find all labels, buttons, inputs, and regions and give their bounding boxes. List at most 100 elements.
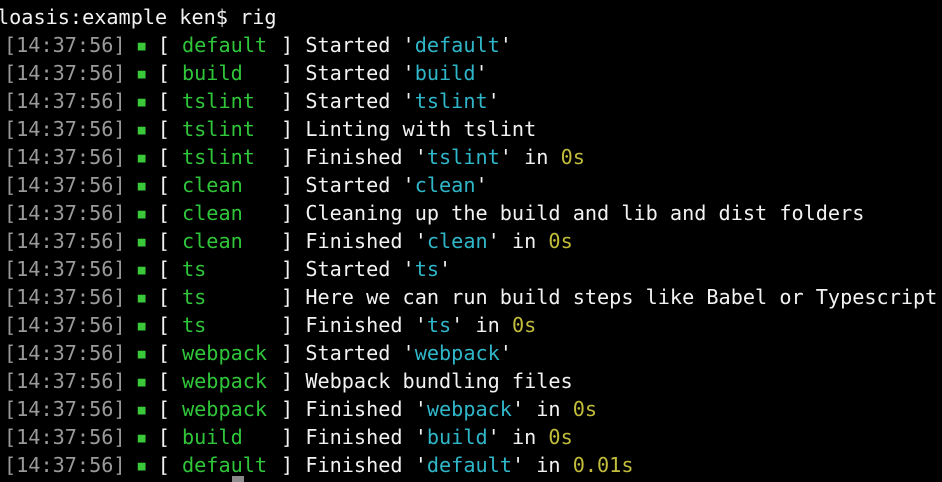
quoted-task-name: webpack bbox=[414, 341, 500, 365]
bullet-icon: ■ bbox=[137, 179, 146, 194]
log-timestamp: [14:37:56] bbox=[4, 145, 126, 169]
bullet-icon: ■ bbox=[137, 263, 146, 278]
log-line: [14:37:56] ■ [ ts] Here we can run build… bbox=[4, 283, 937, 311]
log-timestamp: [14:37:56] bbox=[4, 341, 126, 365]
bracket-open: [ bbox=[157, 313, 170, 337]
bracket-close: ] bbox=[281, 173, 294, 197]
log-message: Webpack bundling files bbox=[305, 369, 573, 393]
log-message: Finished ' bbox=[305, 397, 427, 421]
duration-value: 0s bbox=[560, 145, 585, 169]
duration-prefix: in bbox=[499, 425, 549, 449]
log-message-suffix: ' bbox=[487, 89, 500, 113]
log-line: [14:37:56] ■ [ ts] Started 'ts' bbox=[4, 255, 451, 283]
bracket-open: [ bbox=[157, 229, 170, 253]
log-message: Cleaning up the build and lib and dist f… bbox=[305, 201, 865, 225]
log-line: [14:37:56] ■ [ tslint] Started 'tslint' bbox=[4, 87, 500, 115]
bracket-open: [ bbox=[157, 453, 170, 477]
log-message-suffix: ' bbox=[451, 313, 464, 337]
bracket-open: [ bbox=[157, 173, 170, 197]
terminal-cursor bbox=[232, 476, 244, 482]
bracket-close: ] bbox=[281, 313, 294, 337]
bracket-close: ] bbox=[281, 425, 294, 449]
bracket-close: ] bbox=[281, 341, 294, 365]
duration-value: 0s bbox=[548, 229, 573, 253]
bracket-close: ] bbox=[281, 145, 294, 169]
log-message: Here we can run build steps like Babel o… bbox=[305, 285, 938, 309]
log-timestamp: [14:37:56] bbox=[4, 173, 126, 197]
bullet-icon: ■ bbox=[137, 95, 146, 110]
bracket-close: ] bbox=[281, 257, 294, 281]
log-line: [14:37:56] ■ [ webpack] Webpack bundling… bbox=[4, 367, 573, 395]
log-message-suffix: ' bbox=[487, 229, 500, 253]
duration-prefix: in bbox=[499, 229, 549, 253]
task-name: default bbox=[182, 33, 268, 57]
bracket-close: ] bbox=[281, 201, 294, 225]
log-timestamp: [14:37:56] bbox=[4, 61, 126, 85]
bracket-close: ] bbox=[281, 397, 294, 421]
log-line: [14:37:56] ■ [ default] Finished 'defaul… bbox=[4, 451, 634, 479]
task-name: build bbox=[182, 61, 243, 85]
task-name: webpack bbox=[182, 397, 268, 421]
log-timestamp: [14:37:56] bbox=[4, 229, 126, 253]
task-name: default bbox=[182, 453, 268, 477]
duration-value: 0s bbox=[548, 425, 573, 449]
duration-value: 0s bbox=[572, 397, 598, 421]
bullet-icon: ■ bbox=[137, 67, 146, 82]
log-line: [14:37:56] ■ [ clean] Started 'clean' bbox=[4, 171, 488, 199]
bullet-icon: ■ bbox=[137, 319, 146, 334]
quoted-task-name: ts bbox=[426, 313, 452, 337]
log-message-suffix: ' bbox=[475, 173, 488, 197]
log-timestamp: [14:37:56] bbox=[4, 313, 126, 337]
log-message-suffix: ' bbox=[499, 33, 512, 57]
bullet-icon: ■ bbox=[137, 151, 146, 166]
log-message-suffix: ' bbox=[487, 425, 500, 449]
log-timestamp: [14:37:56] bbox=[4, 89, 126, 113]
terminal-window[interactable]: loasis:example ken$ rig [14:37:56] ■ [ d… bbox=[0, 0, 942, 482]
duration-prefix: in bbox=[511, 145, 561, 169]
task-name: clean bbox=[182, 173, 243, 197]
log-message: Started ' bbox=[305, 89, 415, 113]
bullet-icon: ■ bbox=[137, 431, 146, 446]
bullet-icon: ■ bbox=[137, 39, 146, 54]
log-timestamp: [14:37:56] bbox=[4, 201, 126, 225]
bracket-open: [ bbox=[157, 117, 170, 141]
log-line: [14:37:56] ■ [ ts] Finished 'ts' in 0s bbox=[4, 311, 536, 339]
bracket-close: ] bbox=[281, 229, 294, 253]
task-name: clean bbox=[182, 201, 243, 225]
task-name: build bbox=[182, 425, 243, 449]
log-line: [14:37:56] ■ [ clean] Finished 'clean' i… bbox=[4, 227, 573, 255]
task-name: tslint bbox=[182, 89, 255, 113]
task-name: ts bbox=[182, 285, 207, 309]
bullet-icon: ■ bbox=[137, 291, 146, 306]
log-line: [14:37:56] ■ [ webpack] Finished 'webpac… bbox=[4, 395, 597, 423]
log-message: Finished ' bbox=[305, 453, 427, 477]
log-message-suffix: ' bbox=[499, 145, 512, 169]
log-message: Finished ' bbox=[305, 145, 427, 169]
log-message-suffix: ' bbox=[439, 257, 452, 281]
bracket-open: [ bbox=[157, 201, 170, 225]
duration-value: 0s bbox=[511, 313, 537, 337]
bullet-icon: ■ bbox=[137, 123, 146, 138]
bracket-open: [ bbox=[157, 61, 170, 85]
bracket-open: [ bbox=[157, 257, 170, 281]
quoted-task-name: default bbox=[426, 453, 512, 477]
log-timestamp: [14:37:56] bbox=[4, 33, 126, 57]
task-name: tslint bbox=[182, 145, 255, 169]
log-timestamp: [14:37:56] bbox=[4, 397, 126, 421]
bracket-close: ] bbox=[281, 369, 294, 393]
log-message-suffix: ' bbox=[475, 61, 488, 85]
bullet-icon: ■ bbox=[137, 207, 146, 222]
task-name: ts bbox=[182, 257, 207, 281]
log-message-suffix: ' bbox=[511, 397, 525, 421]
bullet-icon: ■ bbox=[137, 347, 146, 362]
bracket-close: ] bbox=[281, 453, 294, 477]
log-message: Finished ' bbox=[305, 229, 427, 253]
log-message: Started ' bbox=[305, 257, 415, 281]
bracket-close: ] bbox=[281, 285, 294, 309]
prompt-line: loasis:example ken$ rig bbox=[0, 3, 277, 31]
log-timestamp: [14:37:56] bbox=[4, 425, 126, 449]
log-message: Started ' bbox=[305, 61, 415, 85]
log-line: [14:37:56] ■ [ build] Started 'build' bbox=[4, 59, 488, 87]
log-line: [14:37:56] ■ [ webpack] Started 'webpack… bbox=[4, 339, 512, 367]
log-message-suffix: ' bbox=[499, 341, 512, 365]
